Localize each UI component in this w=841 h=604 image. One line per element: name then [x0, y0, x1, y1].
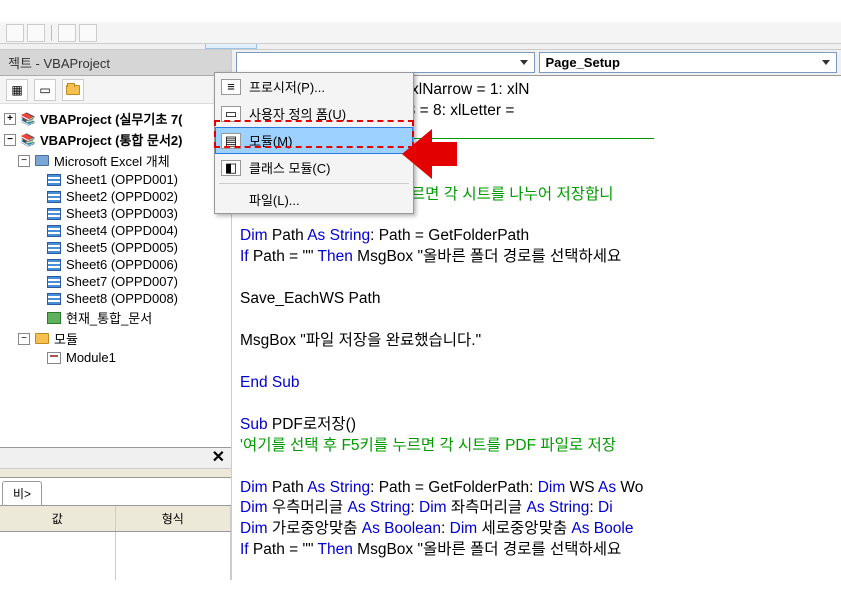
chevron-down-icon [520, 60, 528, 65]
menu-item-file[interactable]: 파일(L)... [215, 186, 413, 213]
view-code-btn[interactable]: ▦ [6, 79, 28, 101]
sheet-icon [47, 174, 61, 186]
project-explorer-panel: 젝트 - VBAProject ▦ ▭ + 📚 VBAProject (실무기초… [0, 50, 232, 580]
collapse-icon[interactable]: − [18, 155, 30, 167]
file-icon [221, 192, 241, 208]
tree-item-module[interactable]: Module1 [0, 349, 231, 366]
close-button[interactable]: ✕ [0, 448, 231, 469]
props-header-alpha[interactable] [0, 469, 231, 477]
module-icon: ▤ [221, 133, 241, 149]
sheet-icon [47, 191, 61, 203]
sheet-icon [47, 225, 61, 237]
props-value-cell[interactable] [0, 532, 116, 580]
tree-item-sheet[interactable]: Sheet6 (OPPD006) [0, 256, 231, 273]
view-object-btn[interactable]: ▭ [34, 79, 56, 101]
sheet-icon [47, 259, 61, 271]
menu-item-procedure[interactable]: ≡ 프로시저(P)... [215, 73, 413, 100]
sheet-icon [47, 208, 61, 220]
procedure-icon: ≡ [221, 79, 241, 95]
vbaproject-icon: 📚 [20, 112, 36, 126]
quick-toolbar [0, 22, 841, 44]
props-type-cell[interactable] [116, 532, 232, 580]
project-tree[interactable]: + 📚 VBAProject (실무기초 7( − 📚 VBAProject (… [0, 104, 231, 447]
chevron-down-icon [822, 60, 830, 65]
procedure-dropdown[interactable]: Page_Setup [539, 52, 838, 73]
tree-folder[interactable]: − Microsoft Excel 개체 [0, 150, 231, 171]
insert-dropdown-menu: ≡ 프로시저(P)... ▭ 사용자 정의 폼(U) ▤ 모듈(M) ◧ 클래스… [214, 72, 414, 214]
folder-icon [35, 333, 49, 344]
tree-item-sheet[interactable]: Sheet2 (OPPD002) [0, 188, 231, 205]
menu-item-module[interactable]: ▤ 모듈(M) [215, 127, 413, 154]
menu-item-class-module[interactable]: ◧ 클래스 모듈(C) [215, 154, 413, 181]
menu-item-userform[interactable]: ▭ 사용자 정의 폼(U) [215, 100, 413, 127]
vbaproject-icon: 📚 [20, 133, 36, 147]
collapse-icon[interactable]: − [18, 333, 30, 345]
tree-item-sheet[interactable]: Sheet8 (OPPD008) [0, 290, 231, 307]
props-tab-alpha[interactable]: 비> [2, 481, 42, 505]
project-node[interactable]: − 📚 VBAProject (통합 문서2) [0, 129, 231, 150]
project-toolbar: ▦ ▭ [0, 76, 231, 104]
sheet-icon [47, 276, 61, 288]
project-title: 젝트 - VBAProject [0, 50, 231, 76]
folder-icon [35, 155, 49, 166]
project-node[interactable]: + 📚 VBAProject (실무기초 7( [0, 108, 231, 129]
collapse-icon[interactable]: − [4, 134, 16, 146]
tree-item-sheet[interactable]: Sheet4 (OPPD004) [0, 222, 231, 239]
object-dropdown[interactable] [236, 52, 535, 73]
tree-item-workbook[interactable]: 현재_통합_문서 [0, 307, 231, 328]
menu-divider [219, 183, 409, 184]
properties-panel: ✕ 비> 값 형식 [0, 447, 231, 580]
module-icon [47, 352, 61, 364]
tree-item-sheet[interactable]: Sheet3 (OPPD003) [0, 205, 231, 222]
toolbar-btn[interactable] [27, 24, 45, 42]
props-col-value: 값 [0, 506, 116, 531]
toggle-folders-btn[interactable] [62, 79, 84, 101]
props-col-type: 형식 [116, 506, 232, 531]
toolbar-btn[interactable] [58, 24, 76, 42]
toolbar-btn[interactable] [79, 24, 97, 42]
tree-item-sheet[interactable]: Sheet7 (OPPD007) [0, 273, 231, 290]
toolbar-btn[interactable] [6, 24, 24, 42]
sheet-icon [47, 242, 61, 254]
userform-icon: ▭ [221, 106, 241, 122]
tree-item-sheet[interactable]: Sheet1 (OPPD001) [0, 171, 231, 188]
tree-item-sheet[interactable]: Sheet5 (OPPD005) [0, 239, 231, 256]
workbook-icon [47, 312, 61, 324]
sheet-icon [47, 293, 61, 305]
expand-icon[interactable]: + [4, 113, 16, 125]
tree-folder-modules[interactable]: − 모듈 [0, 328, 231, 349]
class-module-icon: ◧ [221, 160, 241, 176]
